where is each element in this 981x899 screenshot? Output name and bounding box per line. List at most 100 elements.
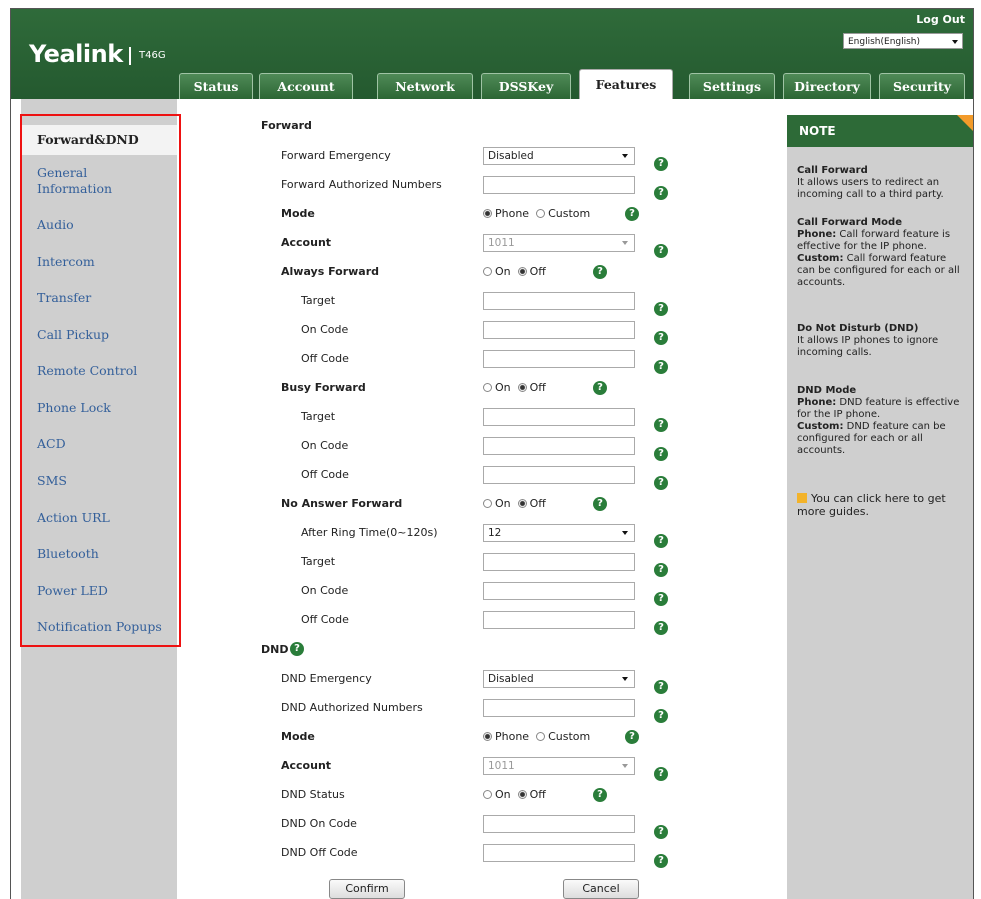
no-answer-off-code-input[interactable]	[483, 611, 635, 629]
mode-phone-text: Phone	[495, 207, 530, 220]
tab-network[interactable]: Network	[377, 73, 473, 99]
logout-link[interactable]: Log Out	[916, 13, 965, 26]
dnd-account-select[interactable]: 1011	[483, 757, 635, 775]
help-icon[interactable]: ?	[654, 534, 668, 548]
language-value: English(English)	[848, 37, 921, 47]
forward-authorized-input[interactable]	[483, 176, 635, 194]
dnd-emergency-select[interactable]: Disabled	[483, 670, 635, 688]
note-corner-flag	[957, 115, 973, 131]
help-icon[interactable]: ?	[654, 621, 668, 635]
always-forward-off-text: Off	[529, 265, 546, 278]
dnd-mode-phone-text: Phone	[495, 730, 530, 743]
help-icon[interactable]: ?	[593, 381, 607, 395]
help-icon[interactable]: ?	[654, 157, 668, 171]
busy-forward-off-radio[interactable]	[517, 383, 527, 392]
cancel-button[interactable]: Cancel	[563, 879, 639, 899]
help-icon[interactable]: ?	[654, 563, 668, 577]
no-answer-on-code-input[interactable]	[483, 582, 635, 600]
model-label: T46G	[129, 47, 166, 65]
help-icon[interactable]: ?	[654, 680, 668, 694]
help-icon[interactable]: ?	[654, 592, 668, 606]
no-answer-target-input[interactable]	[483, 553, 635, 571]
dnd-status-off-radio[interactable]	[517, 790, 527, 799]
busy-off-code-input[interactable]	[483, 466, 635, 484]
confirm-button[interactable]: Confirm	[329, 879, 405, 899]
tab-features[interactable]: Features	[579, 69, 673, 99]
always-forward-off-radio[interactable]	[517, 267, 527, 276]
help-icon[interactable]: ?	[654, 447, 668, 461]
tab-dsskey[interactable]: DSSKey	[481, 73, 571, 99]
tab-account[interactable]: Account	[259, 73, 353, 99]
help-icon[interactable]: ?	[625, 207, 639, 221]
header-bar: Yealink T46G Log Out English(English) St…	[11, 9, 973, 99]
after-ring-time-select[interactable]: 12	[483, 524, 635, 542]
note-panel: NOTE Call Forward It allows users to red…	[787, 99, 973, 899]
dnd-off-code-input[interactable]	[483, 844, 635, 862]
help-icon[interactable]: ?	[654, 767, 668, 781]
no-answer-on-radio[interactable]	[483, 499, 492, 508]
forward-emergency-label: Forward Emergency	[281, 149, 391, 162]
dnd-on-code-input[interactable]	[483, 815, 635, 833]
help-icon[interactable]: ?	[593, 788, 607, 802]
forward-emergency-select[interactable]: Disabled	[483, 147, 635, 165]
busy-on-code-input[interactable]	[483, 437, 635, 455]
help-icon[interactable]: ?	[654, 331, 668, 345]
help-icon[interactable]: ?	[654, 854, 668, 868]
dnd-mode-phone-radio[interactable]	[483, 732, 492, 741]
tab-settings[interactable]: Settings	[689, 73, 775, 99]
guide-book-icon	[797, 493, 807, 503]
help-icon[interactable]: ?	[654, 302, 668, 316]
no-answer-forward-radio-group: On Off	[483, 497, 546, 511]
highlight-box	[20, 114, 181, 647]
tab-status[interactable]: Status	[179, 73, 253, 99]
account-value: 1011	[488, 237, 515, 249]
mode-custom-text: Custom	[548, 207, 591, 220]
help-icon[interactable]: ?	[654, 244, 668, 258]
note-dnd-text: It allows IP phones to ignore incoming c…	[797, 335, 939, 358]
help-icon[interactable]: ?	[290, 642, 304, 656]
mode-label: Mode	[281, 207, 315, 220]
help-icon[interactable]: ?	[593, 265, 607, 279]
dnd-status-on-radio[interactable]	[483, 790, 492, 799]
dnd-emergency-label: DND Emergency	[281, 672, 372, 685]
help-icon[interactable]: ?	[654, 418, 668, 432]
dnd-status-radio-group: On Off	[483, 788, 546, 802]
forward-authorized-label: Forward Authorized Numbers	[281, 178, 442, 191]
always-forward-label: Always Forward	[281, 265, 380, 278]
mode-custom-radio[interactable]	[536, 209, 546, 218]
busy-forward-radio-group: On Off	[483, 381, 546, 395]
always-off-code-input[interactable]	[483, 350, 635, 368]
dnd-status-label: DND Status	[281, 788, 345, 801]
yealink-logo: Yealink	[29, 40, 123, 68]
dnd-mode-custom-radio[interactable]	[536, 732, 546, 741]
dnd-authorized-input[interactable]	[483, 699, 635, 717]
always-target-input[interactable]	[483, 292, 635, 310]
chevron-down-icon	[622, 677, 628, 681]
help-icon[interactable]: ?	[654, 476, 668, 490]
note-dnd-mode: DND Mode Phone: DND feature is effective…	[797, 385, 967, 457]
always-forward-on-radio[interactable]	[483, 267, 492, 276]
chevron-down-icon	[622, 531, 628, 535]
help-icon[interactable]: ?	[654, 825, 668, 839]
note-dnd-phone-label: Phone:	[797, 397, 837, 408]
mode-phone-radio[interactable]	[483, 209, 492, 218]
forward-dnd-form: Forward Forward Emergency Disabled ? For…	[177, 99, 787, 899]
chevron-down-icon	[952, 40, 958, 44]
language-select[interactable]: English(English)	[843, 33, 963, 49]
busy-forward-on-radio[interactable]	[483, 383, 492, 392]
help-icon[interactable]: ?	[625, 730, 639, 744]
always-on-code-input[interactable]	[483, 321, 635, 339]
tab-security[interactable]: Security	[879, 73, 965, 99]
dnd-on-code-label: DND On Code	[281, 817, 357, 830]
always-forward-radio-group: On Off	[483, 265, 546, 279]
help-icon[interactable]: ?	[593, 497, 607, 511]
note-guide-link[interactable]: You can click here to get more guides.	[797, 492, 967, 518]
help-icon[interactable]: ?	[654, 360, 668, 374]
help-icon[interactable]: ?	[654, 709, 668, 723]
tab-directory[interactable]: Directory	[783, 73, 871, 99]
note-call-forward-title: Call Forward	[797, 165, 868, 176]
help-icon[interactable]: ?	[654, 186, 668, 200]
busy-target-input[interactable]	[483, 408, 635, 426]
account-select[interactable]: 1011	[483, 234, 635, 252]
no-answer-off-radio[interactable]	[517, 499, 527, 508]
